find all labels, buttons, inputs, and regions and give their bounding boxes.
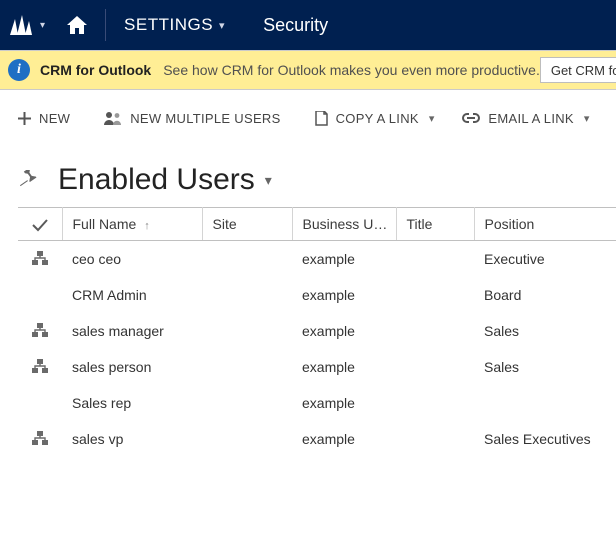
get-crm-button[interactable]: Get CRM for	[540, 57, 616, 83]
home-button[interactable]	[67, 16, 87, 34]
cell-site	[202, 349, 292, 385]
cell-position: Executive	[474, 241, 616, 278]
users-grid: Full Name ↑ Site Business Unit... Title …	[18, 207, 616, 457]
cell-title	[396, 241, 474, 278]
col-header-position[interactable]: Position	[474, 208, 616, 241]
check-icon	[32, 218, 48, 232]
document-icon	[315, 111, 328, 126]
new-multiple-users-button[interactable]: NEW MULTIPLE USERS	[100, 107, 284, 130]
settings-menu[interactable]: SETTINGS ▾	[124, 15, 225, 35]
table-row[interactable]: ceo ceo example Executive	[18, 241, 616, 278]
app-top-bar: ▾ SETTINGS ▾ Security	[0, 0, 616, 50]
cell-title	[396, 313, 474, 349]
copy-link-split-chevron[interactable]: ▾	[423, 108, 441, 129]
cell-full-name[interactable]: CRM Admin	[62, 277, 202, 313]
view-chevron-icon[interactable]: ▾	[265, 172, 272, 189]
cell-business-unit: example	[292, 277, 396, 313]
cell-site	[202, 313, 292, 349]
cell-business-unit: example	[292, 241, 396, 278]
notice-text: See how CRM for Outlook makes you even m…	[163, 62, 540, 78]
col-header-full-name[interactable]: Full Name ↑	[62, 208, 202, 241]
link-icon	[462, 113, 480, 123]
cell-position	[474, 385, 616, 421]
hierarchy-icon[interactable]	[18, 313, 62, 349]
cell-full-name[interactable]: sales vp	[62, 421, 202, 457]
cell-business-unit: example	[292, 349, 396, 385]
col-header-title[interactable]: Title	[396, 208, 474, 241]
hierarchy-icon	[18, 277, 62, 313]
page-title: Security	[263, 15, 328, 36]
copy-link-button[interactable]: COPY A LINK	[311, 107, 423, 130]
cell-site	[202, 277, 292, 313]
cell-site	[202, 421, 292, 457]
pin-icon[interactable]	[18, 170, 40, 191]
settings-menu-label: SETTINGS	[124, 15, 213, 35]
command-bar: NEW NEW MULTIPLE USERS COPY A LINK ▾	[0, 96, 616, 141]
cell-site	[202, 385, 292, 421]
new-button[interactable]: NEW	[14, 107, 74, 130]
cell-title	[396, 421, 474, 457]
home-icon	[67, 16, 87, 34]
cell-position: Sales Executives	[474, 421, 616, 457]
app-logo-icon[interactable]	[10, 15, 32, 35]
cell-position: Board	[474, 277, 616, 313]
cell-business-unit: example	[292, 313, 396, 349]
cell-business-unit: example	[292, 385, 396, 421]
cell-full-name[interactable]: ceo ceo	[62, 241, 202, 278]
app-menu-chevron-icon[interactable]: ▾	[40, 20, 45, 31]
hierarchy-icon[interactable]	[18, 349, 62, 385]
cell-business-unit: example	[292, 421, 396, 457]
table-row[interactable]: sales vp example Sales Executives	[18, 421, 616, 457]
col-header-business-unit[interactable]: Business Unit...	[292, 208, 396, 241]
chevron-down-icon: ▾	[219, 19, 225, 32]
topbar-separator	[105, 9, 106, 41]
cell-site	[202, 241, 292, 278]
cell-title	[396, 277, 474, 313]
cell-full-name[interactable]: Sales rep	[62, 385, 202, 421]
view-title[interactable]: Enabled Users	[58, 163, 255, 197]
outlook-notice-bar: i CRM for Outlook See how CRM for Outloo…	[0, 50, 616, 90]
grid-header-row: Full Name ↑ Site Business Unit... Title …	[18, 208, 616, 241]
table-row[interactable]: sales person example Sales	[18, 349, 616, 385]
sort-asc-icon: ↑	[144, 220, 150, 232]
table-row[interactable]: CRM Admin example Board	[18, 277, 616, 313]
table-row[interactable]: Sales rep example	[18, 385, 616, 421]
users-icon	[104, 111, 122, 125]
cell-position: Sales	[474, 349, 616, 385]
select-all-checkbox[interactable]	[18, 208, 62, 241]
view-title-bar: Enabled Users ▾	[0, 141, 616, 207]
email-link-split-chevron[interactable]: ▾	[578, 108, 596, 129]
hierarchy-icon[interactable]	[18, 241, 62, 278]
cell-position: Sales	[474, 313, 616, 349]
col-header-site[interactable]: Site	[202, 208, 292, 241]
cell-title	[396, 385, 474, 421]
cell-full-name[interactable]: sales person	[62, 349, 202, 385]
hierarchy-icon[interactable]	[18, 421, 62, 457]
hierarchy-icon	[18, 385, 62, 421]
table-row[interactable]: sales manager example Sales	[18, 313, 616, 349]
info-icon: i	[8, 59, 30, 81]
notice-title: CRM for Outlook	[40, 62, 151, 78]
cell-title	[396, 349, 474, 385]
plus-icon	[18, 112, 31, 125]
cell-full-name[interactable]: sales manager	[62, 313, 202, 349]
email-link-button[interactable]: EMAIL A LINK	[458, 107, 578, 130]
